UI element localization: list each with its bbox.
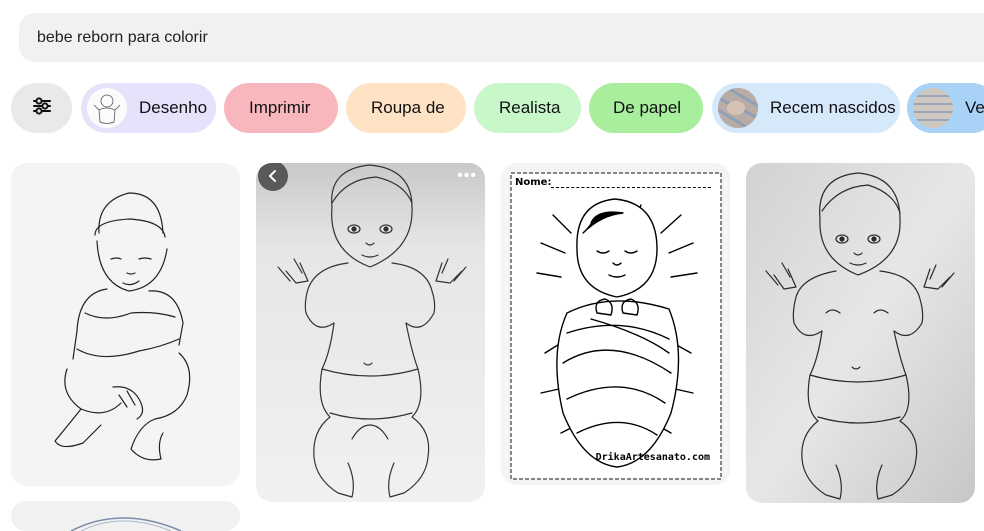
chip-thumbnail [87, 88, 127, 128]
filter-chip-realista[interactable]: Realista [474, 83, 581, 133]
swaddle-frame [510, 172, 722, 480]
chip-thumbnail [718, 88, 758, 128]
pin-card-baby-photo[interactable] [746, 163, 975, 503]
chip-thumbnail [913, 88, 953, 128]
chip-label: Recem nascidos [770, 98, 896, 117]
name-field-line [551, 187, 711, 188]
chevron-left-icon [269, 170, 276, 182]
filter-chip-recem-nascidos[interactable]: Recem nascidos [712, 83, 900, 133]
filter-chip-roupa-de[interactable]: Roupa de [346, 83, 466, 133]
filter-chip-row: Desenho Imprimir Roupa de Realista De pa… [0, 83, 984, 133]
filter-chip-ves[interactable]: Ves [907, 83, 984, 133]
more-dots-icon[interactable]: ••• [457, 167, 477, 185]
baby-photo-drawing [746, 163, 975, 503]
chip-label: De papel [613, 98, 682, 117]
search-input[interactable]: bebe reborn para colorir [19, 13, 984, 62]
filter-chip-imprimir[interactable]: Imprimir [224, 83, 338, 133]
sitting-baby-drawing [54, 192, 191, 461]
filter-chip-desenho[interactable]: Desenho [81, 83, 216, 133]
search-query-text: bebe reborn para colorir [37, 28, 208, 46]
filters-button[interactable] [11, 83, 72, 133]
chip-label: Roupa de [371, 98, 445, 117]
pin-card-partial[interactable] [11, 501, 240, 531]
partial-drawing [70, 517, 182, 531]
chip-label: Desenho [139, 98, 208, 117]
name-field-label: Nome: [515, 177, 552, 188]
pin-card-baby-diaper[interactable]: ••• [256, 163, 485, 502]
site-watermark: DrikaArtesanato.com [595, 452, 710, 463]
chip-label: Realista [499, 98, 561, 117]
sliders-icon [32, 96, 52, 120]
baby-diaper-drawing [256, 163, 485, 502]
chip-label: Imprimir [249, 98, 311, 117]
filter-chip-de-papel[interactable]: De papel [589, 83, 703, 133]
pin-card-swaddled-baby[interactable]: Nome: DrikaArtesanato.com [501, 163, 730, 485]
pin-card-sitting-baby[interactable] [11, 163, 240, 486]
chip-label: Ves [965, 98, 984, 117]
